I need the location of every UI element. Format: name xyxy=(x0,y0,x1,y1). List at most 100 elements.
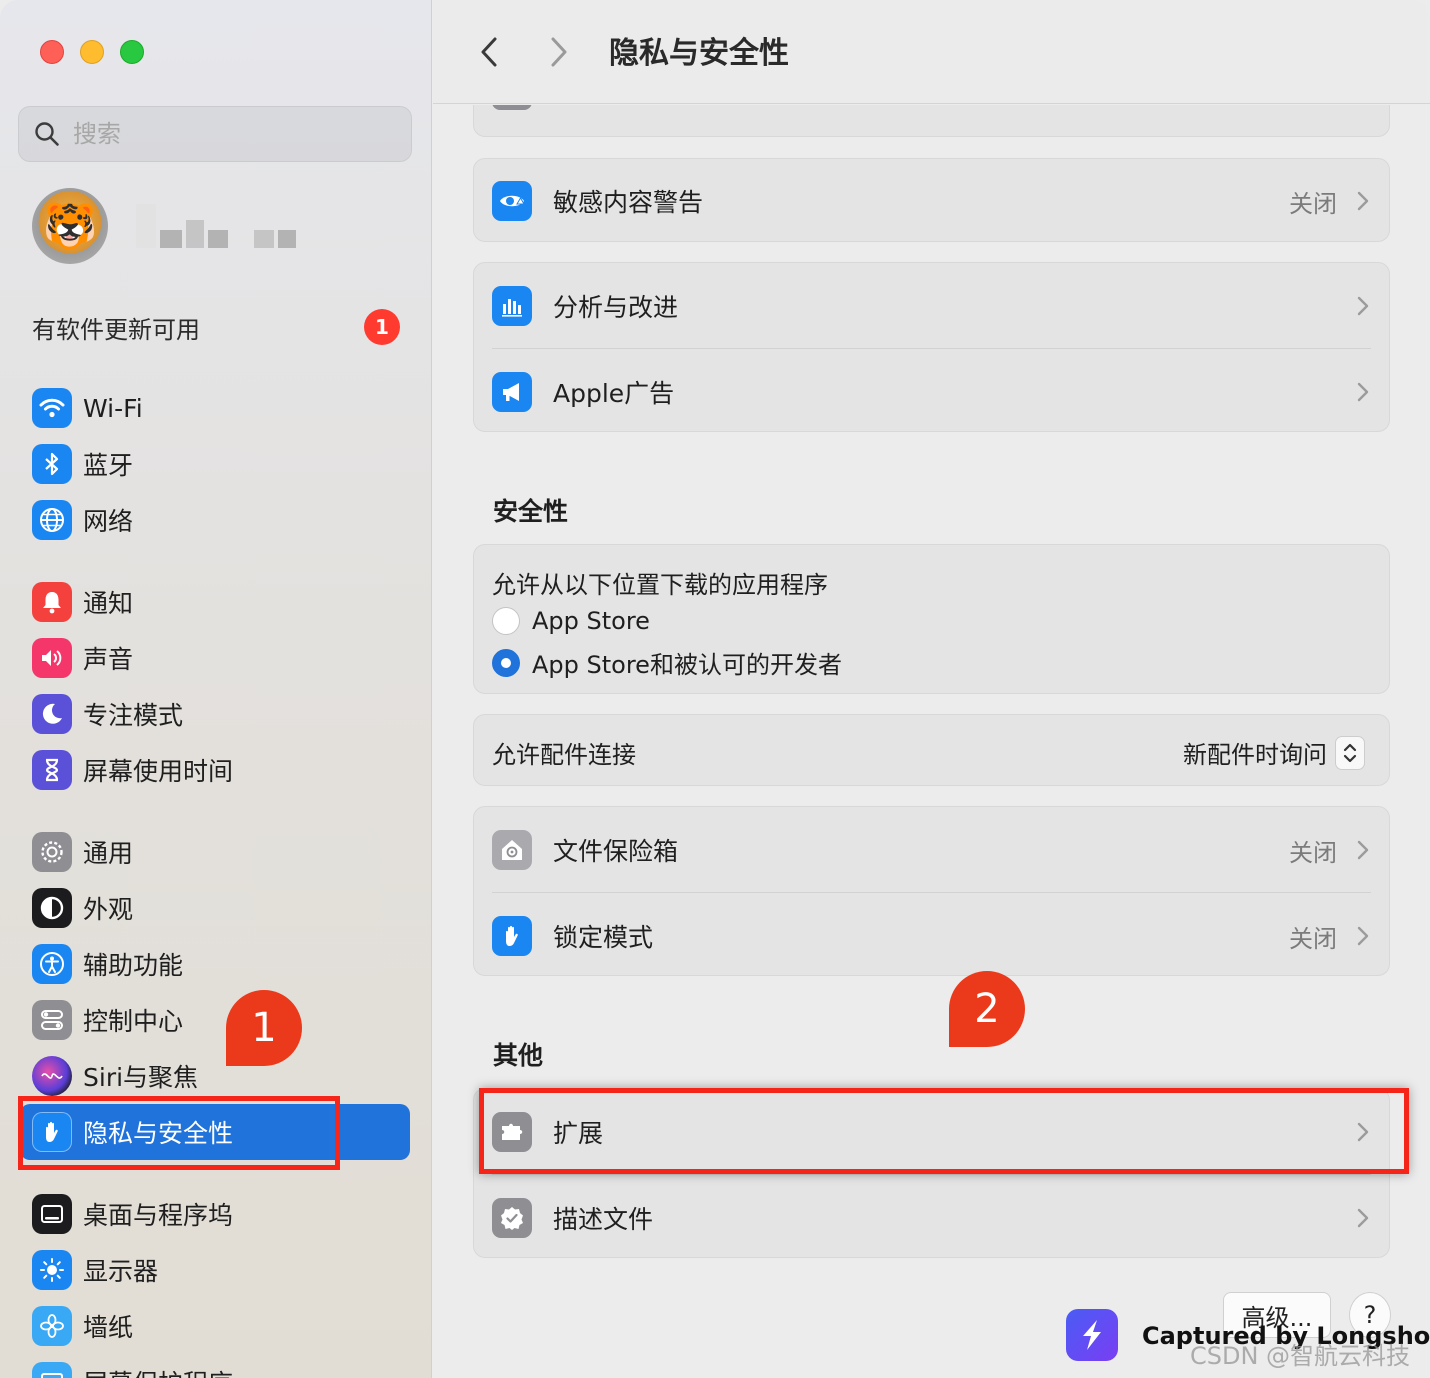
lockdown-mode-row[interactable]: 锁定模式 关闭 xyxy=(474,893,1389,979)
apple-advertising-row[interactable]: Apple广告 xyxy=(474,349,1389,435)
sidebar-item-control-center[interactable]: 控制中心 xyxy=(20,992,410,1048)
row-value: 关闭 xyxy=(1289,838,1337,867)
up-down-chevron-icon xyxy=(1335,735,1365,770)
sidebar-item-label: 墙纸 xyxy=(83,1313,134,1342)
sidebar-item-notifications[interactable]: 通知 xyxy=(20,574,410,630)
appearance-icon xyxy=(32,888,72,928)
gear-icon xyxy=(32,832,72,872)
sidebar-item-label: 通知 xyxy=(83,589,134,618)
forward-button[interactable] xyxy=(539,30,579,74)
sidebar-item-wallpaper[interactable]: 墙纸 xyxy=(20,1298,410,1354)
sidebar-item-focus[interactable]: 专注模式 xyxy=(20,686,410,742)
sidebar-item-desktop-dock[interactable]: 桌面与程序坞 xyxy=(20,1186,410,1242)
moon-icon xyxy=(32,694,72,734)
account-name-redacted xyxy=(136,204,296,248)
developer-tools-card-partial[interactable] xyxy=(473,105,1390,137)
accessories-popup[interactable]: 新配件时询问 xyxy=(1183,735,1365,770)
dock-icon xyxy=(32,1194,72,1234)
minimize-window-button[interactable] xyxy=(80,40,104,64)
window-controls xyxy=(40,40,144,64)
row-value: 关闭 xyxy=(1289,189,1337,218)
toolbar: 隐私与安全性 xyxy=(433,0,1430,104)
sidebar-item-label: 蓝牙 xyxy=(83,451,134,480)
bluetooth-icon xyxy=(32,444,72,484)
apple-account[interactable]: 🐯 xyxy=(32,188,296,264)
row-value: 关闭 xyxy=(1289,924,1337,953)
radio-app-store-identified-developers[interactable]: App Store和被认可的开发者 xyxy=(492,645,842,680)
sidebar-item-general[interactable]: 通用 xyxy=(20,824,410,880)
sidebar-item-label: Wi-Fi xyxy=(83,393,143,423)
sidebar-item-accessibility[interactable]: 辅助功能 xyxy=(20,936,410,992)
chevron-right-icon xyxy=(1357,840,1369,860)
megaphone-icon xyxy=(492,372,532,412)
bar-chart-icon xyxy=(492,286,532,326)
main-content: 敏感内容警告 关闭 分析与改进 Apple广告 安全性 允许从以下位置下载的应用… xyxy=(433,105,1430,1378)
sidebar-item-label: 控制中心 xyxy=(83,1007,184,1036)
sidebar-item-screen-time[interactable]: 屏幕使用时间 xyxy=(20,742,410,798)
wifi-icon xyxy=(32,388,72,428)
sidebar-item-label: 声音 xyxy=(83,645,134,674)
radio-label: App Store和被认可的开发者 xyxy=(532,651,842,679)
sidebar-item-label: 屏幕使用时间 xyxy=(83,757,234,786)
checkmark-badge-icon xyxy=(492,1198,532,1238)
chevron-right-icon xyxy=(1357,382,1369,402)
sidebar-item-label: 专注模式 xyxy=(83,701,184,730)
sidebar-item-screensaver[interactable]: 屏幕保护程序 xyxy=(20,1354,410,1378)
sidebar-item-label: 显示器 xyxy=(83,1257,159,1286)
chevron-right-icon xyxy=(1357,1208,1369,1228)
allow-apps-title: 允许从以下位置下载的应用程序 xyxy=(492,571,828,599)
filevault-lockdown-card: 文件保险箱 关闭 锁定模式 关闭 xyxy=(473,806,1390,976)
house-lock-icon xyxy=(492,830,532,870)
sidebar-item-label: 桌面与程序坞 xyxy=(83,1201,234,1230)
row-label: 敏感内容警告 xyxy=(553,188,704,217)
hand-icon xyxy=(492,916,532,956)
row-label: Apple广告 xyxy=(553,379,675,408)
row-label: 描述文件 xyxy=(553,1205,654,1234)
zoom-window-button[interactable] xyxy=(120,40,144,64)
screensaver-icon xyxy=(32,1362,72,1378)
profiles-row[interactable]: 描述文件 xyxy=(474,1175,1389,1261)
flower-icon xyxy=(32,1306,72,1346)
sidebar-item-network[interactable]: 网络 xyxy=(20,492,410,548)
radio-button-selected[interactable] xyxy=(492,648,520,677)
sidebar-item-bluetooth[interactable]: 蓝牙 xyxy=(20,436,410,492)
search-input[interactable] xyxy=(73,120,373,148)
sensitive-content-card: 敏感内容警告 关闭 xyxy=(473,158,1390,242)
chevron-left-icon xyxy=(481,37,497,67)
allow-apps-card: 允许从以下位置下载的应用程序 App Store App Store和被认可的开… xyxy=(473,544,1390,694)
chevron-right-icon xyxy=(1357,296,1369,316)
row-label: 文件保险箱 xyxy=(553,837,679,866)
row-label: 分析与改进 xyxy=(553,293,679,322)
sidebar-item-label: 外观 xyxy=(83,895,134,924)
radio-app-store[interactable]: App Store xyxy=(492,607,650,635)
longshot-logo-icon xyxy=(1066,1309,1118,1361)
radio-button[interactable] xyxy=(492,607,520,635)
sidebar-item-label: 辅助功能 xyxy=(83,951,184,980)
sidebar-item-sound[interactable]: 声音 xyxy=(20,630,410,686)
software-update-row[interactable]: 有软件更新可用 1 xyxy=(32,306,400,348)
back-button[interactable] xyxy=(469,30,509,74)
siri-icon xyxy=(32,1056,72,1096)
sidebar-item-displays[interactable]: 显示器 xyxy=(20,1242,410,1298)
accessories-label: 允许配件连接 xyxy=(492,741,636,769)
page-title: 隐私与安全性 xyxy=(609,36,789,71)
analytics-improvements-row[interactable]: 分析与改进 xyxy=(474,263,1389,349)
chevron-right-icon xyxy=(1357,926,1369,946)
filevault-row[interactable]: 文件保险箱 关闭 xyxy=(474,807,1389,893)
sidebar-item-appearance[interactable]: 外观 xyxy=(20,880,410,936)
search-field[interactable] xyxy=(18,106,412,162)
accessories-card: 允许配件连接 新配件时询问 xyxy=(473,714,1390,786)
highlight-box-1 xyxy=(18,1096,340,1170)
section-title-other: 其他 xyxy=(493,1041,544,1070)
sun-icon xyxy=(32,1250,72,1290)
eye-warning-icon xyxy=(492,181,532,221)
close-window-button[interactable] xyxy=(40,40,64,64)
sensitive-content-warning-row[interactable]: 敏感内容警告 关闭 xyxy=(474,158,1389,244)
popup-value: 新配件时询问 xyxy=(1183,741,1327,769)
accessibility-icon xyxy=(32,944,72,984)
hourglass-icon xyxy=(32,750,72,790)
sidebar-item-wifi[interactable]: Wi-Fi xyxy=(20,380,410,436)
radio-label: App Store xyxy=(532,607,650,635)
callout-1: 1 xyxy=(226,990,302,1066)
csdn-watermark: CSDN @智航云科技 xyxy=(1190,1342,1411,1370)
